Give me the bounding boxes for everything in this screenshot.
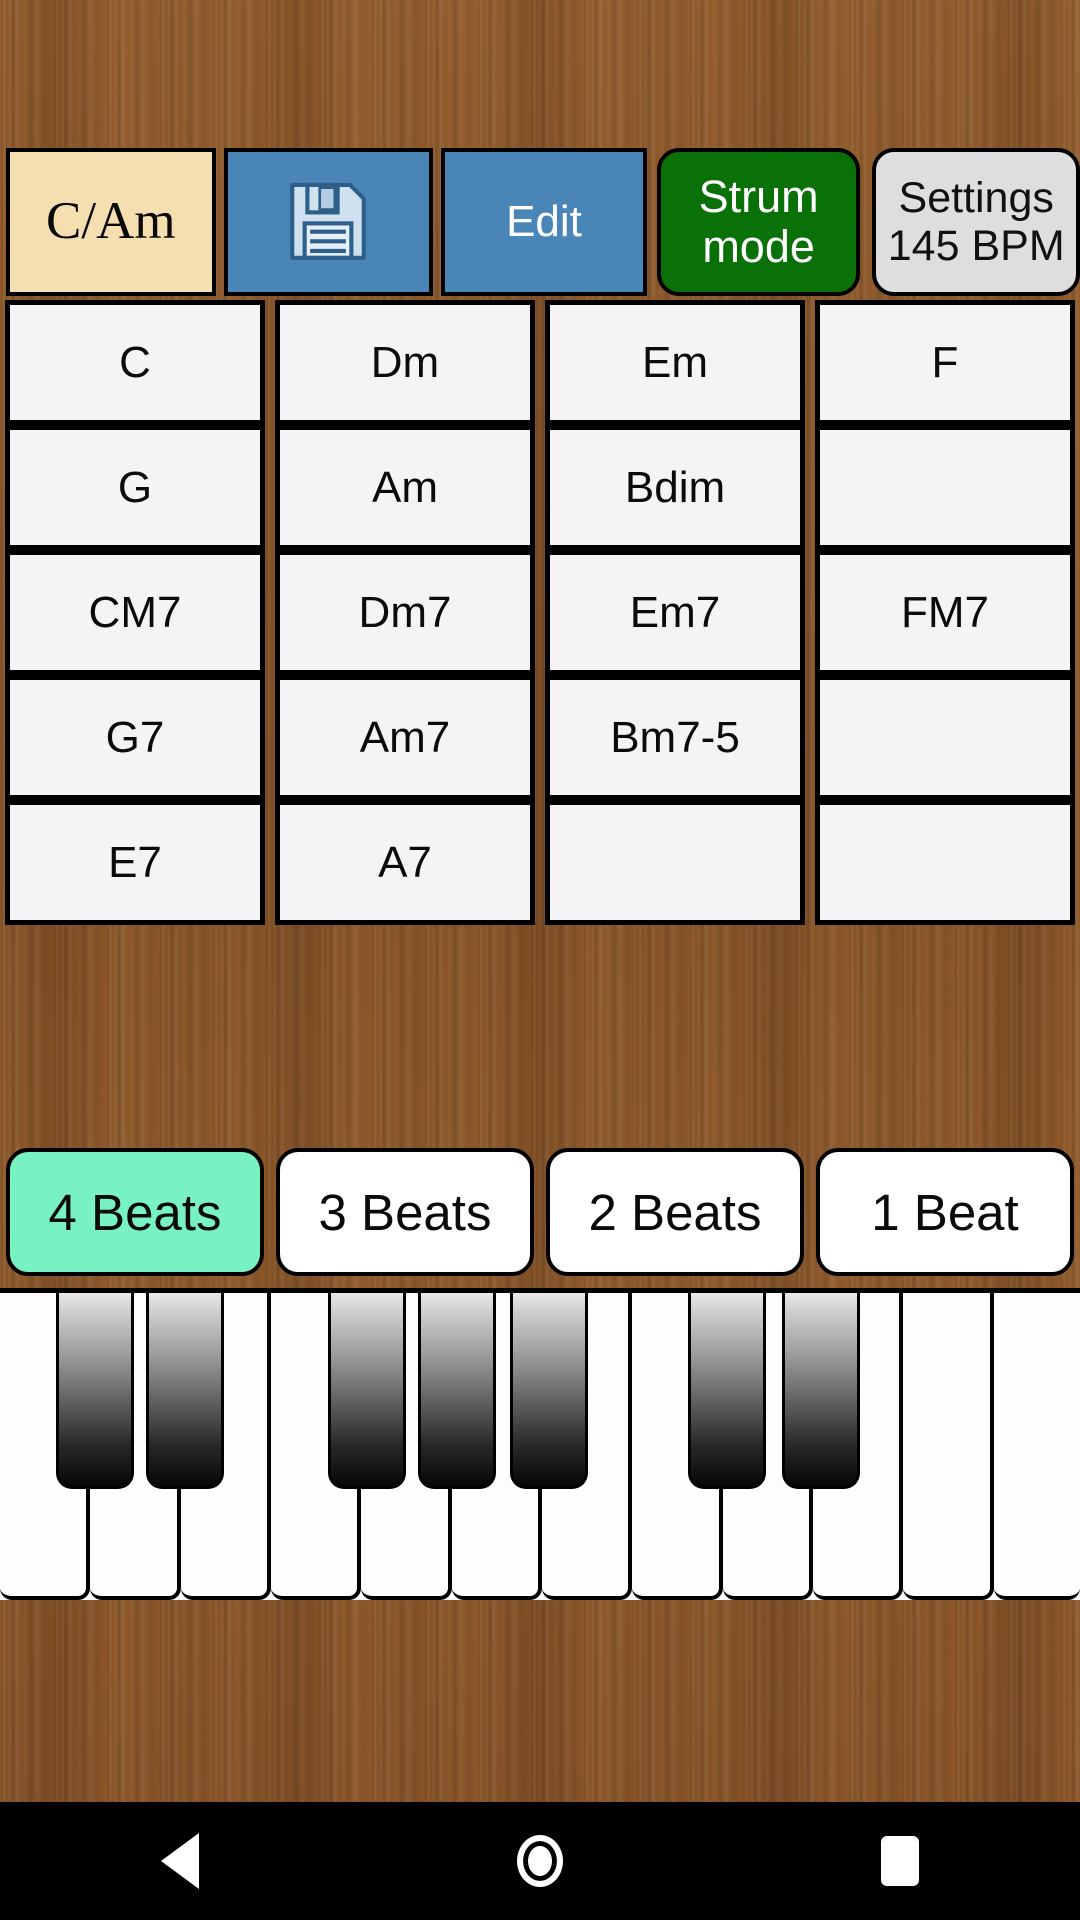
chord-button-g[interactable]: G	[5, 425, 265, 550]
settings-button[interactable]: Settings 145 BPM	[872, 148, 1080, 296]
app-root: C/Am Edit Strum mode Settings 145 BPM C …	[0, 0, 1080, 1920]
black-key[interactable]	[56, 1293, 134, 1489]
chord-button-empty[interactable]	[815, 425, 1075, 550]
triangle-back-icon	[161, 1833, 199, 1889]
edit-button-label: Edit	[506, 197, 582, 247]
nav-recents-button[interactable]	[815, 1802, 985, 1920]
nav-home-button[interactable]	[455, 1802, 625, 1920]
chord-row: G7 Am7 Bm7-5	[0, 675, 1080, 800]
chord-button-am7[interactable]: Am7	[275, 675, 535, 800]
nav-back-button[interactable]	[95, 1802, 265, 1920]
white-key[interactable]	[993, 1293, 1080, 1600]
beats-selector: 4 Beats 3 Beats 2 Beats 1 Beat	[0, 1148, 1080, 1276]
strum-mode-label: Strum mode	[698, 170, 819, 273]
beat-button-1-beat[interactable]: 1 Beat	[816, 1148, 1074, 1276]
black-key[interactable]	[418, 1293, 496, 1489]
chord-button-a7[interactable]: A7	[275, 800, 535, 925]
chord-button-dm[interactable]: Dm	[275, 300, 535, 425]
chord-button-em[interactable]: Em	[545, 300, 805, 425]
settings-label: Settings 145 BPM	[888, 174, 1065, 270]
key-selector-button[interactable]: C/Am	[6, 148, 216, 296]
top-toolbar: C/Am Edit Strum mode Settings 145 BPM	[0, 148, 1080, 296]
black-key[interactable]	[510, 1293, 588, 1489]
strum-mode-line2: mode	[702, 221, 815, 272]
black-key[interactable]	[146, 1293, 224, 1489]
chord-button-bdim[interactable]: Bdim	[545, 425, 805, 550]
chord-button-fm7[interactable]: FM7	[815, 550, 1075, 675]
chord-row: CM7 Dm7 Em7 FM7	[0, 550, 1080, 675]
chord-button-empty[interactable]	[545, 800, 805, 925]
chord-row: C Dm Em F	[0, 300, 1080, 425]
chord-button-bm7-5[interactable]: Bm7-5	[545, 675, 805, 800]
chord-button-dm7[interactable]: Dm7	[275, 550, 535, 675]
chord-button-f[interactable]: F	[815, 300, 1075, 425]
chord-button-empty[interactable]	[815, 675, 1075, 800]
chord-button-empty[interactable]	[815, 800, 1075, 925]
strum-mode-line1: Strum	[698, 170, 819, 222]
settings-title: Settings	[898, 173, 1054, 222]
black-key[interactable]	[782, 1293, 860, 1489]
black-key[interactable]	[328, 1293, 406, 1489]
beat-button-4-beats[interactable]: 4 Beats	[6, 1148, 264, 1276]
chord-grid: C Dm Em F G Am Bdim CM7 Dm7 Em7 FM7 G7 Am7 Bm7-5 E7 A7	[0, 300, 1080, 1068]
chord-row: G Am Bdim	[0, 425, 1080, 550]
strum-mode-button[interactable]: Strum mode	[656, 148, 861, 296]
chord-button-g7[interactable]: G7	[5, 675, 265, 800]
circle-home-icon	[517, 1835, 563, 1887]
beat-button-2-beats[interactable]: 2 Beats	[546, 1148, 804, 1276]
black-key[interactable]	[688, 1293, 766, 1489]
save-button[interactable]	[223, 148, 434, 296]
chord-button-cm7[interactable]: CM7	[5, 550, 265, 675]
android-navigation-bar	[0, 1802, 1080, 1920]
piano-keyboard	[0, 1288, 1080, 1600]
chord-button-am[interactable]: Am	[275, 425, 535, 550]
chord-button-em7[interactable]: Em7	[545, 550, 805, 675]
edit-button[interactable]: Edit	[441, 148, 647, 296]
chord-button-e7[interactable]: E7	[5, 800, 265, 925]
settings-bpm: 145 BPM	[887, 222, 1065, 270]
white-key[interactable]	[903, 1293, 994, 1600]
chord-button-c[interactable]: C	[5, 300, 265, 425]
floppy-disk-save-icon	[284, 176, 372, 268]
chord-row: E7 A7	[0, 800, 1080, 925]
key-selector-label: C/Am	[46, 192, 176, 251]
beat-button-3-beats[interactable]: 3 Beats	[276, 1148, 534, 1276]
square-recents-icon	[881, 1836, 919, 1886]
